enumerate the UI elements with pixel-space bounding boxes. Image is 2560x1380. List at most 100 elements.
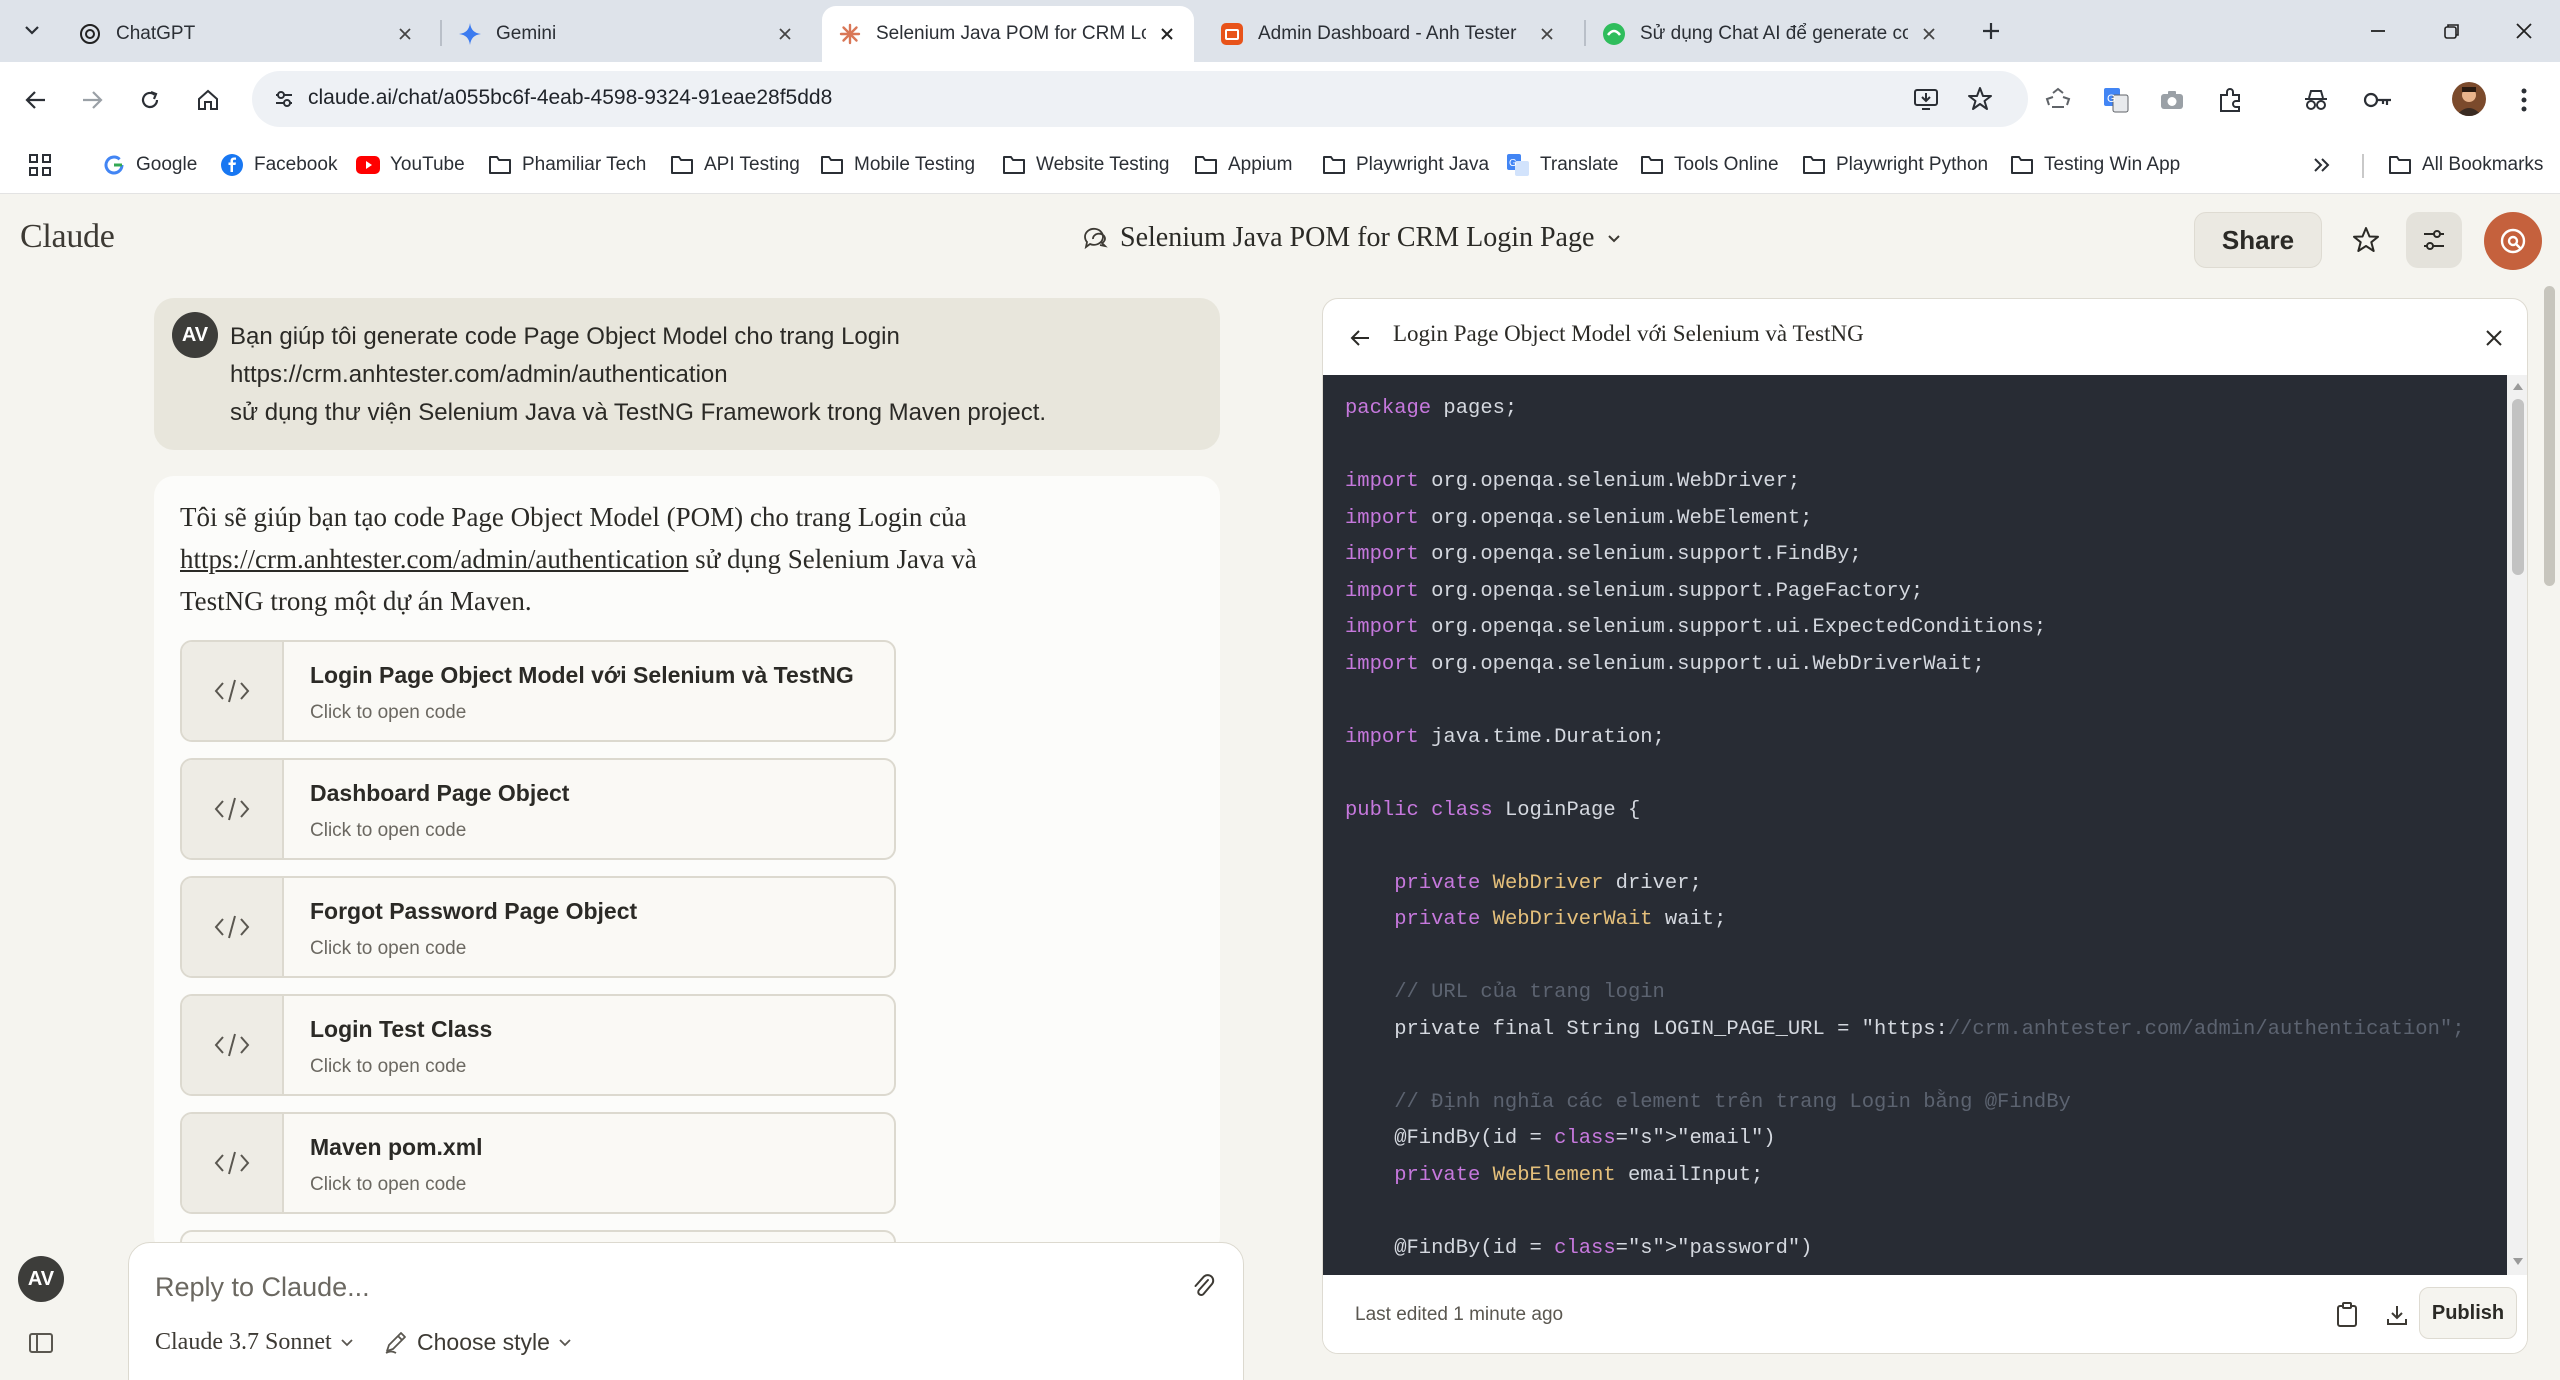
facebook-icon [220, 153, 244, 177]
apps-grid-button[interactable] [28, 148, 52, 182]
forward-button[interactable] [72, 80, 112, 120]
home-button[interactable] [188, 80, 228, 120]
sliders-icon [2424, 230, 2444, 250]
reply-line: Tôi sẽ giúp bạn tạo code Page Object Mod… [180, 502, 967, 532]
tab-admin-dashboard[interactable]: Admin Dashboard - Anh Tester [1204, 6, 1574, 62]
incognito-icon[interactable] [2298, 82, 2334, 118]
clipboard-icon [2337, 1302, 2357, 1327]
code-line: import org.openqa.selenium.WebElement; [1345, 506, 1813, 530]
code-viewer[interactable]: package pages; import org.openqa.selenium… [1323, 375, 2507, 1275]
share-button[interactable]: Share [2194, 212, 2322, 268]
tab-chat-ai[interactable]: Sử dụng Chat AI để generate code [1586, 6, 1956, 62]
address-bar[interactable]: claude.ai/chat/a055bc6f-4eab-4598-9324-9… [252, 71, 2028, 127]
scrollbar-thumb[interactable] [2512, 399, 2524, 575]
download-button[interactable] [2381, 1299, 2413, 1331]
artifact-card[interactable]: Login Test Class Click to open code [180, 994, 896, 1096]
bookmark-facebook[interactable]: Facebook [220, 148, 337, 182]
bookmark-folder-tools-online[interactable]: Tools Online [1640, 148, 1779, 182]
scroll-down-icon[interactable] [2511, 1255, 2525, 1269]
camera-extension-icon[interactable] [2154, 82, 2190, 118]
code-icon [182, 1114, 284, 1212]
close-icon[interactable] [1536, 23, 1558, 45]
bookmark-label: All Bookmarks [2422, 154, 2544, 175]
star-chat-button[interactable] [2338, 212, 2394, 268]
model-selector[interactable]: Claude 3.7 Sonnet [155, 1325, 354, 1359]
artifact-card[interactable]: Forgot Password Page Object Click to ope… [180, 876, 896, 978]
bookmark-folder-website-testing[interactable]: Website Testing [1002, 148, 1169, 182]
back-button[interactable] [16, 80, 56, 120]
code-line: import org.openqa.selenium.support.FindB… [1345, 543, 1862, 566]
bookmark-folder-playwright-java[interactable]: Playwright Java [1322, 148, 1489, 182]
bookmark-folder-api-testing[interactable]: API Testing [670, 148, 800, 182]
translate-extension-icon[interactable]: G [2098, 82, 2134, 118]
restore-button[interactable] [2428, 12, 2476, 50]
new-tab-button[interactable] [1974, 14, 2008, 48]
tab-chatgpt[interactable]: ChatGPT [62, 6, 432, 62]
bookmark-folder-appium[interactable]: Appium [1194, 148, 1292, 182]
chat-title-dropdown[interactable]: Selenium Java POM for CRM Login Page [1082, 218, 1622, 258]
bookmark-star-icon[interactable] [1964, 83, 1996, 115]
reply-input[interactable] [155, 1267, 1155, 1307]
page-scrollbar-thumb[interactable] [2544, 286, 2555, 586]
tab-claude-active[interactable]: Selenium Java POM for CRM Login [822, 6, 1194, 62]
extensions-puzzle-icon[interactable] [2212, 82, 2248, 118]
bookmark-folder-testing-win-app[interactable]: Testing Win App [2010, 148, 2180, 182]
copy-button[interactable] [2331, 1299, 2363, 1331]
reply-link[interactable]: https://crm.anhtester.com/admin/authenti… [180, 544, 688, 574]
artifact-card[interactable]: Maven pom.xml Click to open code [180, 1112, 896, 1214]
account-menu-button[interactable] [2484, 212, 2542, 270]
page-scrollbar[interactable] [2540, 276, 2560, 1380]
more-bookmarks-button[interactable] [2312, 148, 2332, 182]
bookmark-youtube[interactable]: YouTube [356, 148, 465, 182]
folder-icon [1802, 153, 1826, 177]
artifact-back-button[interactable] [1345, 323, 1375, 353]
bookmark-label: Phamiliar Tech [522, 154, 647, 175]
attach-button[interactable] [1187, 1269, 1221, 1303]
tab-title: Selenium Java POM for CRM Login [876, 23, 1146, 44]
user-avatar: AV [172, 312, 218, 358]
code-scrollbar[interactable] [2507, 375, 2527, 1275]
all-bookmarks-button[interactable]: All Bookmarks [2388, 148, 2543, 182]
minimize-button[interactable] [2354, 12, 2402, 50]
artifact-close-button[interactable] [2479, 323, 2509, 353]
style-selector[interactable]: Choose style [383, 1325, 572, 1359]
profile-avatar[interactable] [2452, 82, 2486, 116]
sidebar-toggle-button[interactable] [26, 1330, 56, 1356]
translate-icon: G [1506, 153, 1530, 177]
code-line: import org.openqa.selenium.WebDriver; [1345, 470, 1801, 493]
password-key-icon[interactable] [2360, 82, 2396, 118]
site-settings-icon[interactable] [270, 85, 298, 113]
close-icon[interactable] [1156, 23, 1178, 45]
artifact-card[interactable]: Dashboard Page Object Click to open code [180, 758, 896, 860]
scroll-up-icon[interactable] [2511, 379, 2525, 393]
user-avatar[interactable]: AV [18, 1256, 64, 1302]
recycle-extension-icon[interactable] [2040, 82, 2076, 118]
more-menu-icon[interactable] [2506, 82, 2542, 118]
code-icon [182, 642, 284, 740]
tab-gemini[interactable]: Gemini [442, 6, 812, 62]
bookmark-google[interactable]: Google [102, 148, 197, 182]
window-close-button[interactable] [2500, 12, 2548, 50]
chatgpt-icon [78, 22, 102, 46]
chat-settings-button[interactable] [2406, 212, 2462, 268]
user-message-line: https://crm.anhtester.com/admin/authenti… [230, 361, 728, 388]
close-icon[interactable] [394, 23, 416, 45]
folder-icon [1640, 153, 1664, 177]
bookmark-translate[interactable]: G Translate [1506, 148, 1619, 182]
bookmark-folder-mobile-testing[interactable]: Mobile Testing [820, 148, 975, 182]
tab-search-button[interactable] [14, 12, 50, 48]
artifact-card[interactable]: Login Page Object Model với Selenium và … [180, 640, 896, 742]
claude-logo[interactable]: Claude [20, 218, 115, 256]
reload-button[interactable] [130, 80, 170, 120]
install-app-icon[interactable] [1910, 83, 1942, 115]
close-icon[interactable] [1918, 23, 1940, 45]
arrow-left-icon [1350, 330, 1369, 346]
bookmark-folder-phamiliar-tech[interactable]: Phamiliar Tech [488, 148, 646, 182]
publish-button[interactable]: Publish [2419, 1287, 2517, 1339]
close-icon[interactable] [774, 23, 796, 45]
reply-line: https://crm.anhtester.com/admin/authenti… [180, 538, 1180, 580]
bookmark-folder-playwright-python[interactable]: Playwright Python [1802, 148, 1988, 182]
